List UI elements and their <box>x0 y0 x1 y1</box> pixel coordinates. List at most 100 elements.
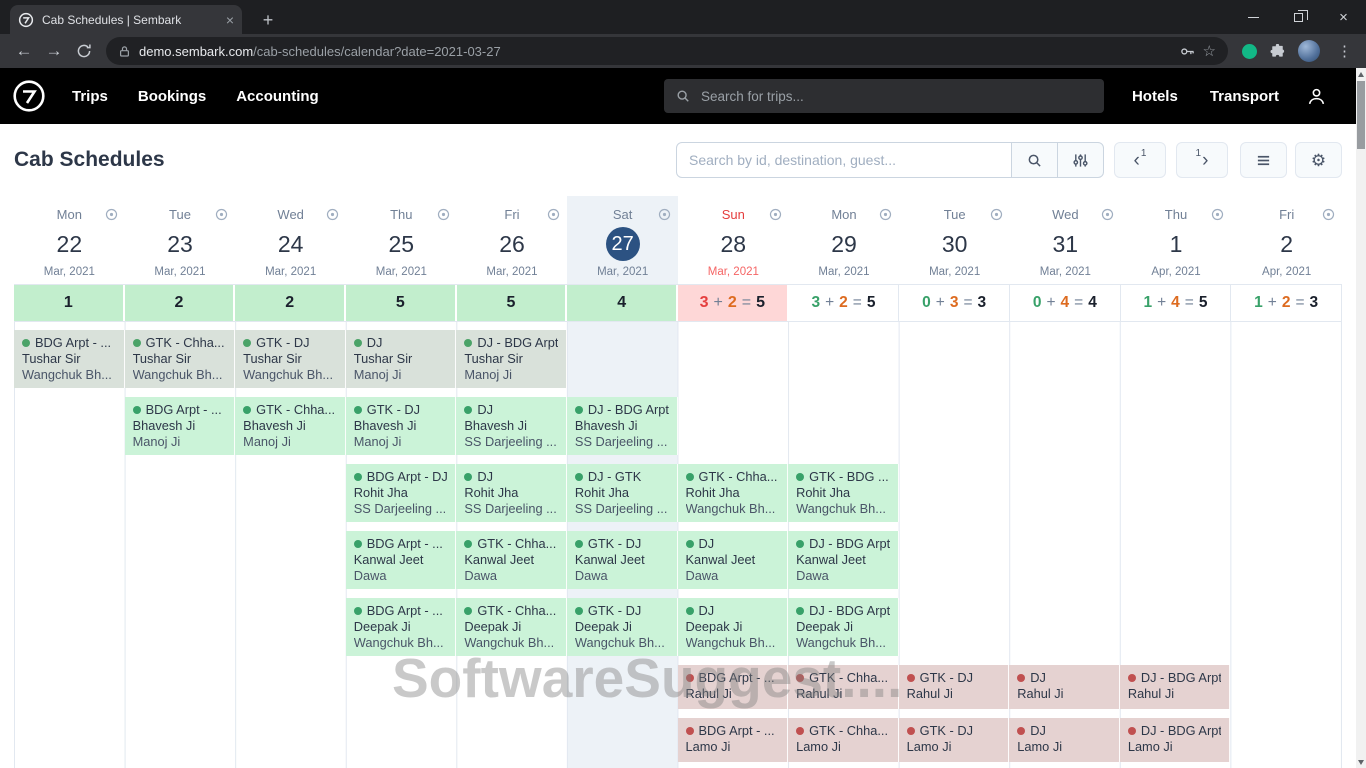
prev-page-button[interactable]: ‹1 <box>1114 142 1166 178</box>
next-page-button[interactable]: 1› <box>1176 142 1228 178</box>
schedule-cell[interactable]: GTK - DJLamo Ji <box>899 718 1010 762</box>
schedule-cell[interactable]: GTK - Chha...Deepak JiWangchuk Bh... <box>456 598 567 656</box>
schedule-cell[interactable]: DJ - BDG ArptBhavesh JiSS Darjeeling ... <box>567 397 678 455</box>
user-icon[interactable] <box>1307 87 1326 106</box>
schedule-cell[interactable]: GTK - Chha...Bhavesh JiManoj Ji <box>235 397 346 455</box>
day-target-icon[interactable] <box>326 208 339 221</box>
schedule-cell[interactable]: DJTushar SirManoj Ji <box>346 330 457 388</box>
schedule-cell[interactable]: BDG Arpt - DJRohit JhaSS Darjeeling ... <box>346 464 457 522</box>
day-header-wed-31[interactable]: Wed31Mar, 2021 <box>1010 196 1121 284</box>
schedule-cell[interactable]: DJ - GTKRohit JhaSS Darjeeling ... <box>567 464 678 522</box>
extensions-puzzle-icon[interactable] <box>1270 44 1285 59</box>
schedule-cell[interactable]: DJ - BDG ArptTushar SirManoj Ji <box>456 330 567 388</box>
day-header-fri-26[interactable]: Fri26Mar, 2021 <box>457 196 568 284</box>
schedule-cell[interactable]: DJDeepak JiWangchuk Bh... <box>678 598 789 656</box>
trips-search-input[interactable] <box>699 88 1092 105</box>
day-target-icon[interactable] <box>437 208 450 221</box>
day-header-mon-22[interactable]: Mon22Mar, 2021 <box>14 196 125 284</box>
day-header-mon-29[interactable]: Mon29Mar, 2021 <box>789 196 900 284</box>
schedule-cell[interactable]: GTK - DJTushar SirWangchuk Bh... <box>235 330 346 388</box>
nav-item-accounting[interactable]: Accounting <box>236 88 319 105</box>
scrollbar-down-arrow[interactable] <box>1356 756 1366 768</box>
page-scrollbar[interactable] <box>1356 68 1366 768</box>
browser-menu-icon[interactable]: ⋮ <box>1333 42 1356 60</box>
list-view-button[interactable] <box>1240 142 1287 178</box>
day-target-icon[interactable] <box>1211 208 1224 221</box>
scrollbar-up-arrow[interactable] <box>1356 68 1366 80</box>
bookmark-star-icon[interactable]: ☆ <box>1203 42 1216 60</box>
day-target-icon[interactable] <box>658 208 671 221</box>
search-button[interactable] <box>1011 142 1058 178</box>
key-icon[interactable] <box>1180 44 1195 59</box>
day-target-icon[interactable] <box>105 208 118 221</box>
scrollbar-thumb[interactable] <box>1357 81 1365 149</box>
day-number: 22 <box>57 231 83 258</box>
tab-title: Cab Schedules | Sembark <box>42 13 218 27</box>
day-header-sun-28[interactable]: Sun28Mar, 2021 <box>678 196 789 284</box>
forward-icon[interactable]: → <box>40 37 68 65</box>
schedule-cell[interactable]: BDG Arpt - ...Kanwal JeetDawa <box>346 531 457 589</box>
calendar-search-input[interactable] <box>676 142 1012 178</box>
day-header-tue-30[interactable]: Tue30Mar, 2021 <box>899 196 1010 284</box>
schedule-cell[interactable]: GTK - Chha...Rohit JhaWangchuk Bh... <box>678 464 789 522</box>
day-target-icon[interactable] <box>769 208 782 221</box>
schedule-cell[interactable]: DJBhavesh JiSS Darjeeling ... <box>456 397 567 455</box>
schedule-cell[interactable]: GTK - Chha...Rahul Ji <box>788 665 899 709</box>
schedule-cell[interactable]: BDG Arpt - ...Bhavesh JiManoj Ji <box>125 397 236 455</box>
schedule-cell[interactable]: BDG Arpt - ...Deepak JiWangchuk Bh... <box>346 598 457 656</box>
day-header-wed-24[interactable]: Wed24Mar, 2021 <box>235 196 346 284</box>
schedule-cell[interactable]: DJ - BDG ArptKanwal JeetDawa <box>788 531 899 589</box>
count-a: 3 <box>700 294 709 312</box>
nav-item-bookings[interactable]: Bookings <box>138 88 206 105</box>
trips-search-box[interactable] <box>664 79 1104 113</box>
browser-tab[interactable]: Cab Schedules | Sembark × <box>10 5 242 34</box>
schedule-cell[interactable]: GTK - Chha...Tushar SirWangchuk Bh... <box>125 330 236 388</box>
schedule-cell[interactable]: GTK - DJDeepak JiWangchuk Bh... <box>567 598 678 656</box>
schedule-cell[interactable]: DJ - BDG ArptRahul Ji <box>1120 665 1231 709</box>
schedule-cell[interactable]: GTK - DJRahul Ji <box>899 665 1010 709</box>
day-target-icon[interactable] <box>215 208 228 221</box>
schedule-cell[interactable]: DJ - BDG ArptLamo Ji <box>1120 718 1231 762</box>
address-bar[interactable]: demo.sembark.com/cab-schedules/calendar?… <box>106 37 1228 65</box>
schedule-cell[interactable]: DJ - BDG ArptDeepak JiWangchuk Bh... <box>788 598 899 656</box>
schedule-cell[interactable]: GTK - DJKanwal JeetDawa <box>567 531 678 589</box>
filter-button[interactable] <box>1057 142 1104 178</box>
reload-icon[interactable] <box>70 37 98 65</box>
nav-item-transport[interactable]: Transport <box>1210 88 1279 105</box>
schedule-cell[interactable]: DJLamo Ji <box>1009 718 1120 762</box>
schedule-cell[interactable]: GTK - BDG ...Rohit JhaWangchuk Bh... <box>788 464 899 522</box>
day-target-icon[interactable] <box>990 208 1003 221</box>
day-header-fri-2[interactable]: Fri2Apr, 2021 <box>1231 196 1342 284</box>
day-header-tue-23[interactable]: Tue23Mar, 2021 <box>125 196 236 284</box>
profile-avatar[interactable] <box>1298 40 1320 62</box>
schedule-cell[interactable]: GTK - Chha...Kanwal JeetDawa <box>456 531 567 589</box>
nav-item-hotels[interactable]: Hotels <box>1132 88 1178 105</box>
close-window-button[interactable]: × <box>1321 0 1366 34</box>
schedule-cell[interactable]: DJRohit JhaSS Darjeeling ... <box>456 464 567 522</box>
schedule-cell[interactable]: DJRahul Ji <box>1009 665 1120 709</box>
grammarly-extension-icon[interactable] <box>1242 44 1257 59</box>
day-header-sat-27[interactable]: Sat27Mar, 2021 <box>567 196 678 284</box>
sembark-logo[interactable] <box>12 79 46 113</box>
nav-item-trips[interactable]: Trips <box>72 88 108 105</box>
day-header-thu-25[interactable]: Thu25Mar, 2021 <box>346 196 457 284</box>
day-target-icon[interactable] <box>1322 208 1335 221</box>
day-target-icon[interactable] <box>547 208 560 221</box>
schedule-cell[interactable]: GTK - Chha...Lamo Ji <box>788 718 899 762</box>
minimize-button[interactable] <box>1231 0 1276 34</box>
schedule-cell[interactable]: BDG Arpt - ...Rahul Ji <box>678 665 789 709</box>
lock-icon[interactable] <box>118 45 131 58</box>
day-header-thu-1[interactable]: Thu1Apr, 2021 <box>1121 196 1232 284</box>
new-tab-button[interactable]: + <box>256 8 280 32</box>
schedule-cell[interactable]: BDG Arpt - ...Tushar SirWangchuk Bh... <box>14 330 125 388</box>
settings-button[interactable]: ⚙ <box>1295 142 1342 178</box>
route-text: GTK - DJ <box>920 670 973 686</box>
restore-button[interactable] <box>1276 0 1321 34</box>
tab-close-icon[interactable]: × <box>226 12 234 28</box>
back-icon[interactable]: ← <box>10 37 38 65</box>
schedule-cell[interactable]: DJKanwal JeetDawa <box>678 531 789 589</box>
schedule-cell[interactable]: BDG Arpt - ...Lamo Ji <box>678 718 789 762</box>
day-target-icon[interactable] <box>1101 208 1114 221</box>
schedule-cell[interactable]: GTK - DJBhavesh JiManoj Ji <box>346 397 457 455</box>
day-target-icon[interactable] <box>879 208 892 221</box>
